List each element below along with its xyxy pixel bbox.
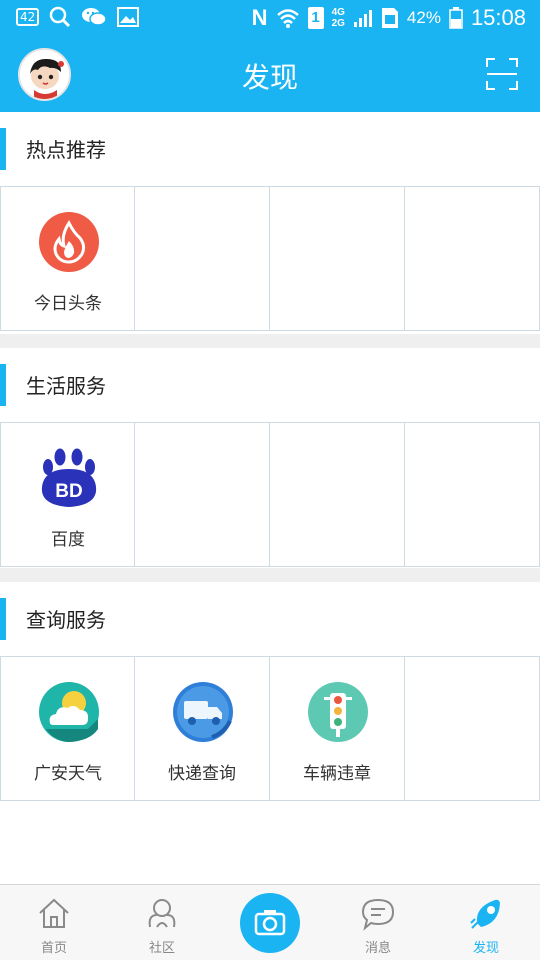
service-item-express[interactable]: 快递查询 [135,657,270,800]
gallery-icon [117,7,140,27]
delivery-truck-icon [173,682,233,742]
service-label: 百度 [51,530,85,550]
camera-icon [254,910,286,936]
section-hot-recommend: 热点推荐 今日头条 [0,112,540,334]
service-label: 广安天气 [34,764,102,784]
wifi-icon [276,9,299,28]
section-separator [0,334,540,348]
flame-icon [39,212,99,272]
service-item-weather[interactable]: 广安天气 [0,657,135,800]
wechat-icon [82,8,108,26]
notification-count-badge: 42 [16,8,40,26]
service-item-traffic[interactable]: 车辆违章 [270,657,405,800]
section-header: 查询服务 [0,582,540,656]
nav-label: 社区 [148,941,175,956]
status-bar: 42 N 1 4G 2G 42% 15:08 [0,0,540,36]
network-type: 4G 2G [331,7,345,29]
section-title: 热点推荐 [26,138,106,162]
search-icon [50,6,71,28]
camera-button[interactable] [240,893,300,953]
weather-icon [39,682,99,742]
section-header: 热点推荐 [0,112,540,186]
rocket-icon [470,899,500,929]
empty-cell [405,423,540,566]
svg-text:BD: BD [55,481,82,502]
nav-messages[interactable]: 消息 [324,885,432,960]
section-query-services: 查询服务 广安天气 快递查询 车辆违章 [0,582,540,802]
nav-label: 消息 [364,941,391,956]
battery-percent: 42% [406,8,441,27]
nfc-icon: N [251,5,268,30]
service-grid: 广安天气 快递查询 车辆违章 [0,656,540,801]
section-title: 查询服务 [26,608,106,632]
empty-cell [135,423,270,566]
empty-cell [135,187,270,330]
community-icon [148,899,176,928]
service-label: 快递查询 [168,764,236,784]
empty-cell [405,187,540,330]
empty-cell [270,187,405,330]
signal-icon [353,10,372,27]
clock: 15:08 [470,5,526,30]
bottom-nav: 首页 社区 消息 发现 [0,884,540,960]
scan-icon[interactable] [486,58,518,90]
section-title: 生活服务 [26,374,106,398]
battery-icon [449,7,463,29]
nav-home[interactable]: 首页 [0,885,108,960]
nav-community[interactable]: 社区 [108,885,216,960]
baidu-paw-icon: BD [41,448,97,507]
app-header: 发现 [0,36,540,112]
section-accent-bar [0,598,6,640]
service-item-baidu[interactable]: BD 百度 [0,423,135,566]
section-header: 生活服务 [0,348,540,422]
service-label: 车辆违章 [303,764,371,784]
nav-label: 发现 [472,941,499,956]
sim-card-icon [381,8,398,28]
nav-label: 首页 [40,941,67,956]
empty-cell [405,657,540,800]
empty-cell [270,423,405,566]
sim-indicator: 1 [307,7,324,29]
service-item-toutiao[interactable]: 今日头条 [0,187,135,330]
service-grid: 今日头条 [0,186,540,331]
section-accent-bar [0,364,6,406]
home-icon [39,898,69,928]
message-icon [361,898,395,931]
section-separator [0,568,540,582]
section-accent-bar [0,128,6,170]
service-grid: BD 百度 [0,422,540,567]
page-title: 发现 [241,61,298,94]
service-label: 今日头条 [34,294,102,314]
traffic-light-icon [308,682,368,742]
nav-discover[interactable]: 发现 [432,885,540,960]
section-life-services: 生活服务 BD 百度 [0,348,540,568]
